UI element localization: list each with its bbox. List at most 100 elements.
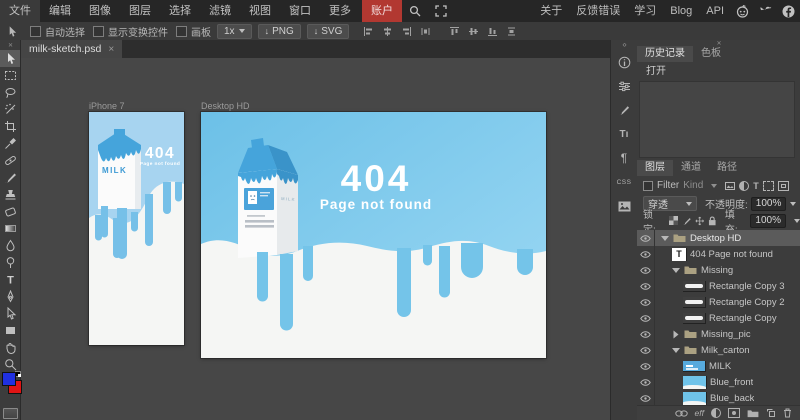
visibility-eye-icon[interactable] — [637, 230, 655, 246]
collapse-strip-handle[interactable]: ‹› — [611, 40, 637, 50]
lock-all-icon[interactable] — [708, 216, 717, 226]
move-tool[interactable] — [0, 50, 20, 67]
new-layer-icon[interactable] — [766, 408, 776, 418]
lock-position-icon[interactable] — [695, 216, 704, 226]
crop-tool[interactable] — [0, 118, 20, 135]
blur-tool[interactable] — [0, 237, 20, 254]
account-button[interactable]: 账户 — [362, 0, 402, 22]
history-entry[interactable]: 打开 — [637, 65, 800, 79]
new-group-icon[interactable] — [747, 409, 759, 418]
menu-item[interactable]: 文件 — [0, 0, 40, 22]
scale-dropdown[interactable]: 1x — [217, 24, 252, 39]
menu-link[interactable]: 学习 — [627, 0, 663, 22]
layer-row[interactable]: T Desktop HD — [637, 230, 800, 246]
artboard-desktop[interactable]: MILK 404 Page not found — [201, 112, 546, 358]
search-icon[interactable] — [409, 5, 421, 17]
align-bottom-icon[interactable] — [487, 26, 498, 37]
clone-stamp-tool[interactable] — [0, 186, 20, 203]
menu-item[interactable]: 更多 — [320, 0, 360, 22]
brush-tool[interactable] — [0, 169, 20, 186]
menu-link[interactable]: 关于 — [533, 0, 569, 22]
lasso-tool[interactable] — [0, 84, 20, 101]
align-left-icon[interactable] — [363, 26, 374, 37]
layer-row[interactable]: T MILK — [637, 358, 800, 374]
opacity-value[interactable]: 100% — [751, 197, 787, 211]
align-middle-icon[interactable] — [468, 26, 479, 37]
visibility-eye-icon[interactable] — [637, 342, 655, 358]
layer-effects-icon[interactable]: eff — [695, 408, 704, 418]
marquee-tool[interactable] — [0, 67, 20, 84]
distribute-v-icon[interactable] — [506, 26, 517, 37]
gradient-tool[interactable] — [0, 220, 20, 237]
lock-pixels-icon[interactable] — [682, 216, 691, 226]
hand-tool[interactable] — [0, 339, 20, 356]
visibility-eye-icon[interactable] — [637, 358, 655, 374]
layer-row[interactable]: T Rectangle Copy 2 — [637, 294, 800, 310]
shape-tool[interactable] — [0, 322, 20, 339]
panel-tab[interactable]: 色板 — [693, 46, 729, 62]
paragraph-panel-icon[interactable]: ¶ — [611, 146, 637, 170]
expand-caret-icon[interactable] — [661, 236, 669, 241]
brush-panel-icon[interactable] — [611, 98, 637, 122]
export-svg-button[interactable]: ↓SVG — [307, 24, 350, 39]
lock-transparency-icon[interactable] — [669, 216, 678, 225]
expand-caret-icon[interactable] — [672, 268, 680, 273]
reddit-icon[interactable] — [736, 5, 749, 18]
menu-item[interactable]: 滤镜 — [200, 0, 240, 22]
visibility-eye-icon[interactable] — [637, 246, 655, 262]
artboard-label-iphone[interactable]: iPhone 7 — [89, 101, 125, 111]
visibility-eye-icon[interactable] — [637, 310, 655, 326]
character-panel-icon[interactable]: Tı — [611, 122, 637, 146]
filter-checkbox[interactable] — [643, 181, 653, 191]
show-transform-checkbox[interactable] — [93, 26, 104, 37]
adjustment-layer-icon[interactable] — [711, 408, 721, 418]
panel-tab[interactable]: 图层 — [637, 160, 673, 176]
panel-tab[interactable]: 路径 — [709, 160, 745, 176]
visibility-eye-icon[interactable] — [637, 374, 655, 390]
healing-brush-tool[interactable] — [0, 152, 20, 169]
css-panel-icon[interactable]: CSS — [611, 170, 637, 194]
layer-row[interactable]: T 404 Page not found — [637, 246, 800, 262]
align-right-icon[interactable] — [401, 26, 412, 37]
expand-caret-icon[interactable] — [672, 348, 680, 353]
visibility-eye-icon[interactable] — [637, 390, 655, 405]
expand-caret-icon[interactable] — [674, 330, 679, 338]
layer-row[interactable]: T Blue_back — [637, 390, 800, 405]
eraser-tool[interactable] — [0, 203, 20, 220]
menu-item[interactable]: 窗口 — [280, 0, 320, 22]
type-tool[interactable]: T — [0, 271, 20, 288]
fill-value[interactable]: 100% — [750, 214, 786, 228]
panel-tab[interactable]: 通道 — [673, 160, 709, 176]
visibility-eye-icon[interactable] — [637, 326, 655, 342]
auto-select-checkbox[interactable] — [30, 26, 41, 37]
dodge-tool[interactable] — [0, 254, 20, 271]
path-select-tool[interactable] — [0, 305, 20, 322]
filter-shape-icon[interactable] — [763, 181, 774, 191]
filter-adjustment-icon[interactable] — [739, 181, 749, 191]
align-center-h-icon[interactable] — [382, 26, 393, 37]
menu-item[interactable]: 视图 — [240, 0, 280, 22]
artboard-checkbox[interactable] — [176, 26, 187, 37]
filter-smart-icon[interactable] — [778, 181, 789, 191]
layer-row[interactable]: T Rectangle Copy 3 — [637, 278, 800, 294]
facebook-icon[interactable] — [782, 5, 795, 18]
magic-wand-tool[interactable] — [0, 101, 20, 118]
visibility-eye-icon[interactable] — [637, 262, 655, 278]
image-panel-icon[interactable] — [611, 194, 637, 218]
layer-row[interactable]: T Blue_front — [637, 374, 800, 390]
opacity-caret[interactable] — [790, 202, 796, 206]
visibility-eye-icon[interactable] — [637, 294, 655, 310]
twitter-icon[interactable] — [759, 5, 772, 18]
menu-item[interactable]: 图层 — [120, 0, 160, 22]
panel-tab[interactable]: 历史记录 — [637, 46, 693, 62]
menu-link[interactable]: Blog — [663, 0, 699, 22]
delete-layer-icon[interactable] — [783, 408, 792, 418]
menu-item[interactable]: 选择 — [160, 0, 200, 22]
properties-panel-icon[interactable] — [611, 74, 637, 98]
fill-caret[interactable] — [794, 219, 800, 223]
layer-row[interactable]: T Missing_pic — [637, 326, 800, 342]
layer-row[interactable]: T Missing — [637, 262, 800, 278]
eyedropper-tool[interactable] — [0, 135, 20, 152]
foreground-color-swatch[interactable] — [2, 372, 16, 386]
pen-tool[interactable] — [0, 288, 20, 305]
